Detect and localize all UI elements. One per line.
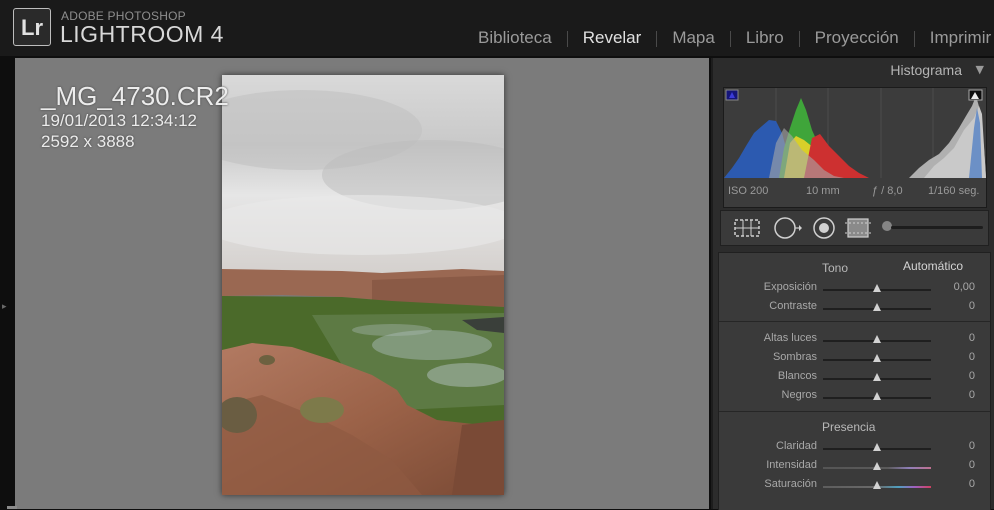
slider-knob[interactable] bbox=[873, 392, 881, 400]
section-divider bbox=[719, 411, 990, 412]
brand-title: LIGHTROOM 4 bbox=[60, 21, 224, 47]
slider-blacks[interactable]: Negros 0 bbox=[719, 389, 990, 408]
iso-value: ISO 200 bbox=[728, 185, 769, 197]
slider-value[interactable]: 0 bbox=[969, 332, 975, 344]
module-book[interactable]: Libro bbox=[731, 28, 799, 48]
slider-vibrance[interactable]: Intensidad 0 bbox=[719, 459, 990, 478]
slider-clarity[interactable]: Claridad 0 bbox=[719, 440, 990, 459]
aperture-value: ƒ / 8,0 bbox=[872, 185, 903, 197]
image-dimensions: 2592 x 3888 bbox=[41, 132, 135, 151]
slider-value[interactable]: 0 bbox=[969, 440, 975, 452]
slider-knob[interactable] bbox=[873, 481, 881, 489]
spot-removal-icon[interactable] bbox=[773, 217, 803, 243]
red-eye-icon[interactable] bbox=[812, 217, 836, 243]
slider-highlights[interactable]: Altas luces 0 bbox=[719, 332, 990, 351]
tool-strip bbox=[720, 210, 989, 246]
slider-shadows[interactable]: Sombras 0 bbox=[719, 351, 990, 370]
slider-whites[interactable]: Blancos 0 bbox=[719, 370, 990, 389]
histogram-title: Histograma bbox=[890, 62, 962, 78]
slider-knob[interactable] bbox=[873, 443, 881, 451]
crop-overlay-icon[interactable] bbox=[733, 217, 761, 243]
slider-label: Claridad bbox=[776, 440, 817, 452]
left-panel-toggle-icon[interactable]: ▸ bbox=[2, 302, 7, 312]
file-name: _MG_4730.CR2 bbox=[41, 81, 229, 111]
section-divider bbox=[719, 321, 990, 322]
module-picker: Biblioteca Revelar Mapa Libro Proyección Impr… bbox=[463, 28, 994, 48]
basic-adjustments-panel: Tono Automático Exposición 0,00 Contrast… bbox=[718, 252, 991, 510]
slider-value[interactable]: 0 bbox=[969, 459, 975, 471]
slider-contrast[interactable]: Contraste 0 bbox=[719, 300, 990, 319]
slider-knob[interactable] bbox=[873, 303, 881, 311]
module-print[interactable]: Imprimir bbox=[915, 28, 994, 48]
slider-value[interactable]: 0 bbox=[969, 389, 975, 401]
top-bar: Lr ADOBE PHOTOSHOP LIGHTROOM 4 Bibliotec… bbox=[0, 0, 994, 56]
tone-section-title: Tono bbox=[822, 261, 849, 275]
slider-label: Intensidad bbox=[766, 459, 817, 471]
right-panel: Histograma ▼ ISO 200 10 mm ƒ / 8,0 1/160… bbox=[711, 58, 994, 510]
slider-label: Contraste bbox=[769, 300, 817, 312]
presence-section-title: Presencia bbox=[822, 420, 876, 434]
slider-exposure[interactable]: Exposición 0,00 bbox=[719, 281, 990, 300]
slider-saturation[interactable]: Saturación 0 bbox=[719, 478, 990, 497]
auto-tone-button[interactable]: Automático bbox=[903, 259, 963, 273]
slider-label: Negros bbox=[781, 389, 817, 401]
slider-knob[interactable] bbox=[873, 373, 881, 381]
photo-preview[interactable] bbox=[222, 75, 504, 495]
slider-knob[interactable] bbox=[873, 335, 881, 343]
slider-label: Blancos bbox=[777, 370, 817, 382]
graduated-filter-icon[interactable] bbox=[843, 217, 873, 243]
slider-value[interactable]: 0 bbox=[969, 370, 975, 382]
slider-value[interactable]: 0,00 bbox=[954, 281, 975, 293]
photo-info-overlay: _MG_4730.CR2 19/01/2013 12:34:12 2592 x … bbox=[41, 82, 229, 152]
capture-date: 19/01/2013 12:34:12 bbox=[41, 111, 197, 130]
slider-label: Exposición bbox=[763, 281, 817, 293]
collapse-triangle-icon[interactable]: ▼ bbox=[976, 63, 984, 76]
slider-label: Altas luces bbox=[763, 332, 817, 344]
landscape-photo bbox=[222, 75, 504, 495]
module-develop[interactable]: Revelar bbox=[568, 28, 657, 48]
slider-value[interactable]: 0 bbox=[969, 351, 975, 363]
module-library[interactable]: Biblioteca bbox=[463, 28, 567, 48]
shutter-speed: 1/160 seg. bbox=[928, 185, 980, 197]
slider-label: Saturación bbox=[764, 478, 817, 490]
brush-size-slider[interactable] bbox=[891, 226, 983, 229]
lightroom-logo: Lr bbox=[13, 8, 51, 46]
module-map[interactable]: Mapa bbox=[657, 28, 730, 48]
slider-label: Sombras bbox=[772, 351, 817, 363]
slider-value[interactable]: 0 bbox=[969, 478, 975, 490]
slider-value[interactable]: 0 bbox=[969, 300, 975, 312]
adjustment-brush-icon[interactable] bbox=[881, 220, 893, 240]
slider-knob[interactable] bbox=[873, 354, 881, 362]
histogram-header[interactable]: Histograma ▼ bbox=[713, 58, 994, 82]
slider-knob[interactable] bbox=[873, 284, 881, 292]
module-slideshow[interactable]: Proyección bbox=[800, 28, 914, 48]
focal-length: 10 mm bbox=[806, 185, 840, 197]
slider-knob[interactable] bbox=[873, 462, 881, 470]
